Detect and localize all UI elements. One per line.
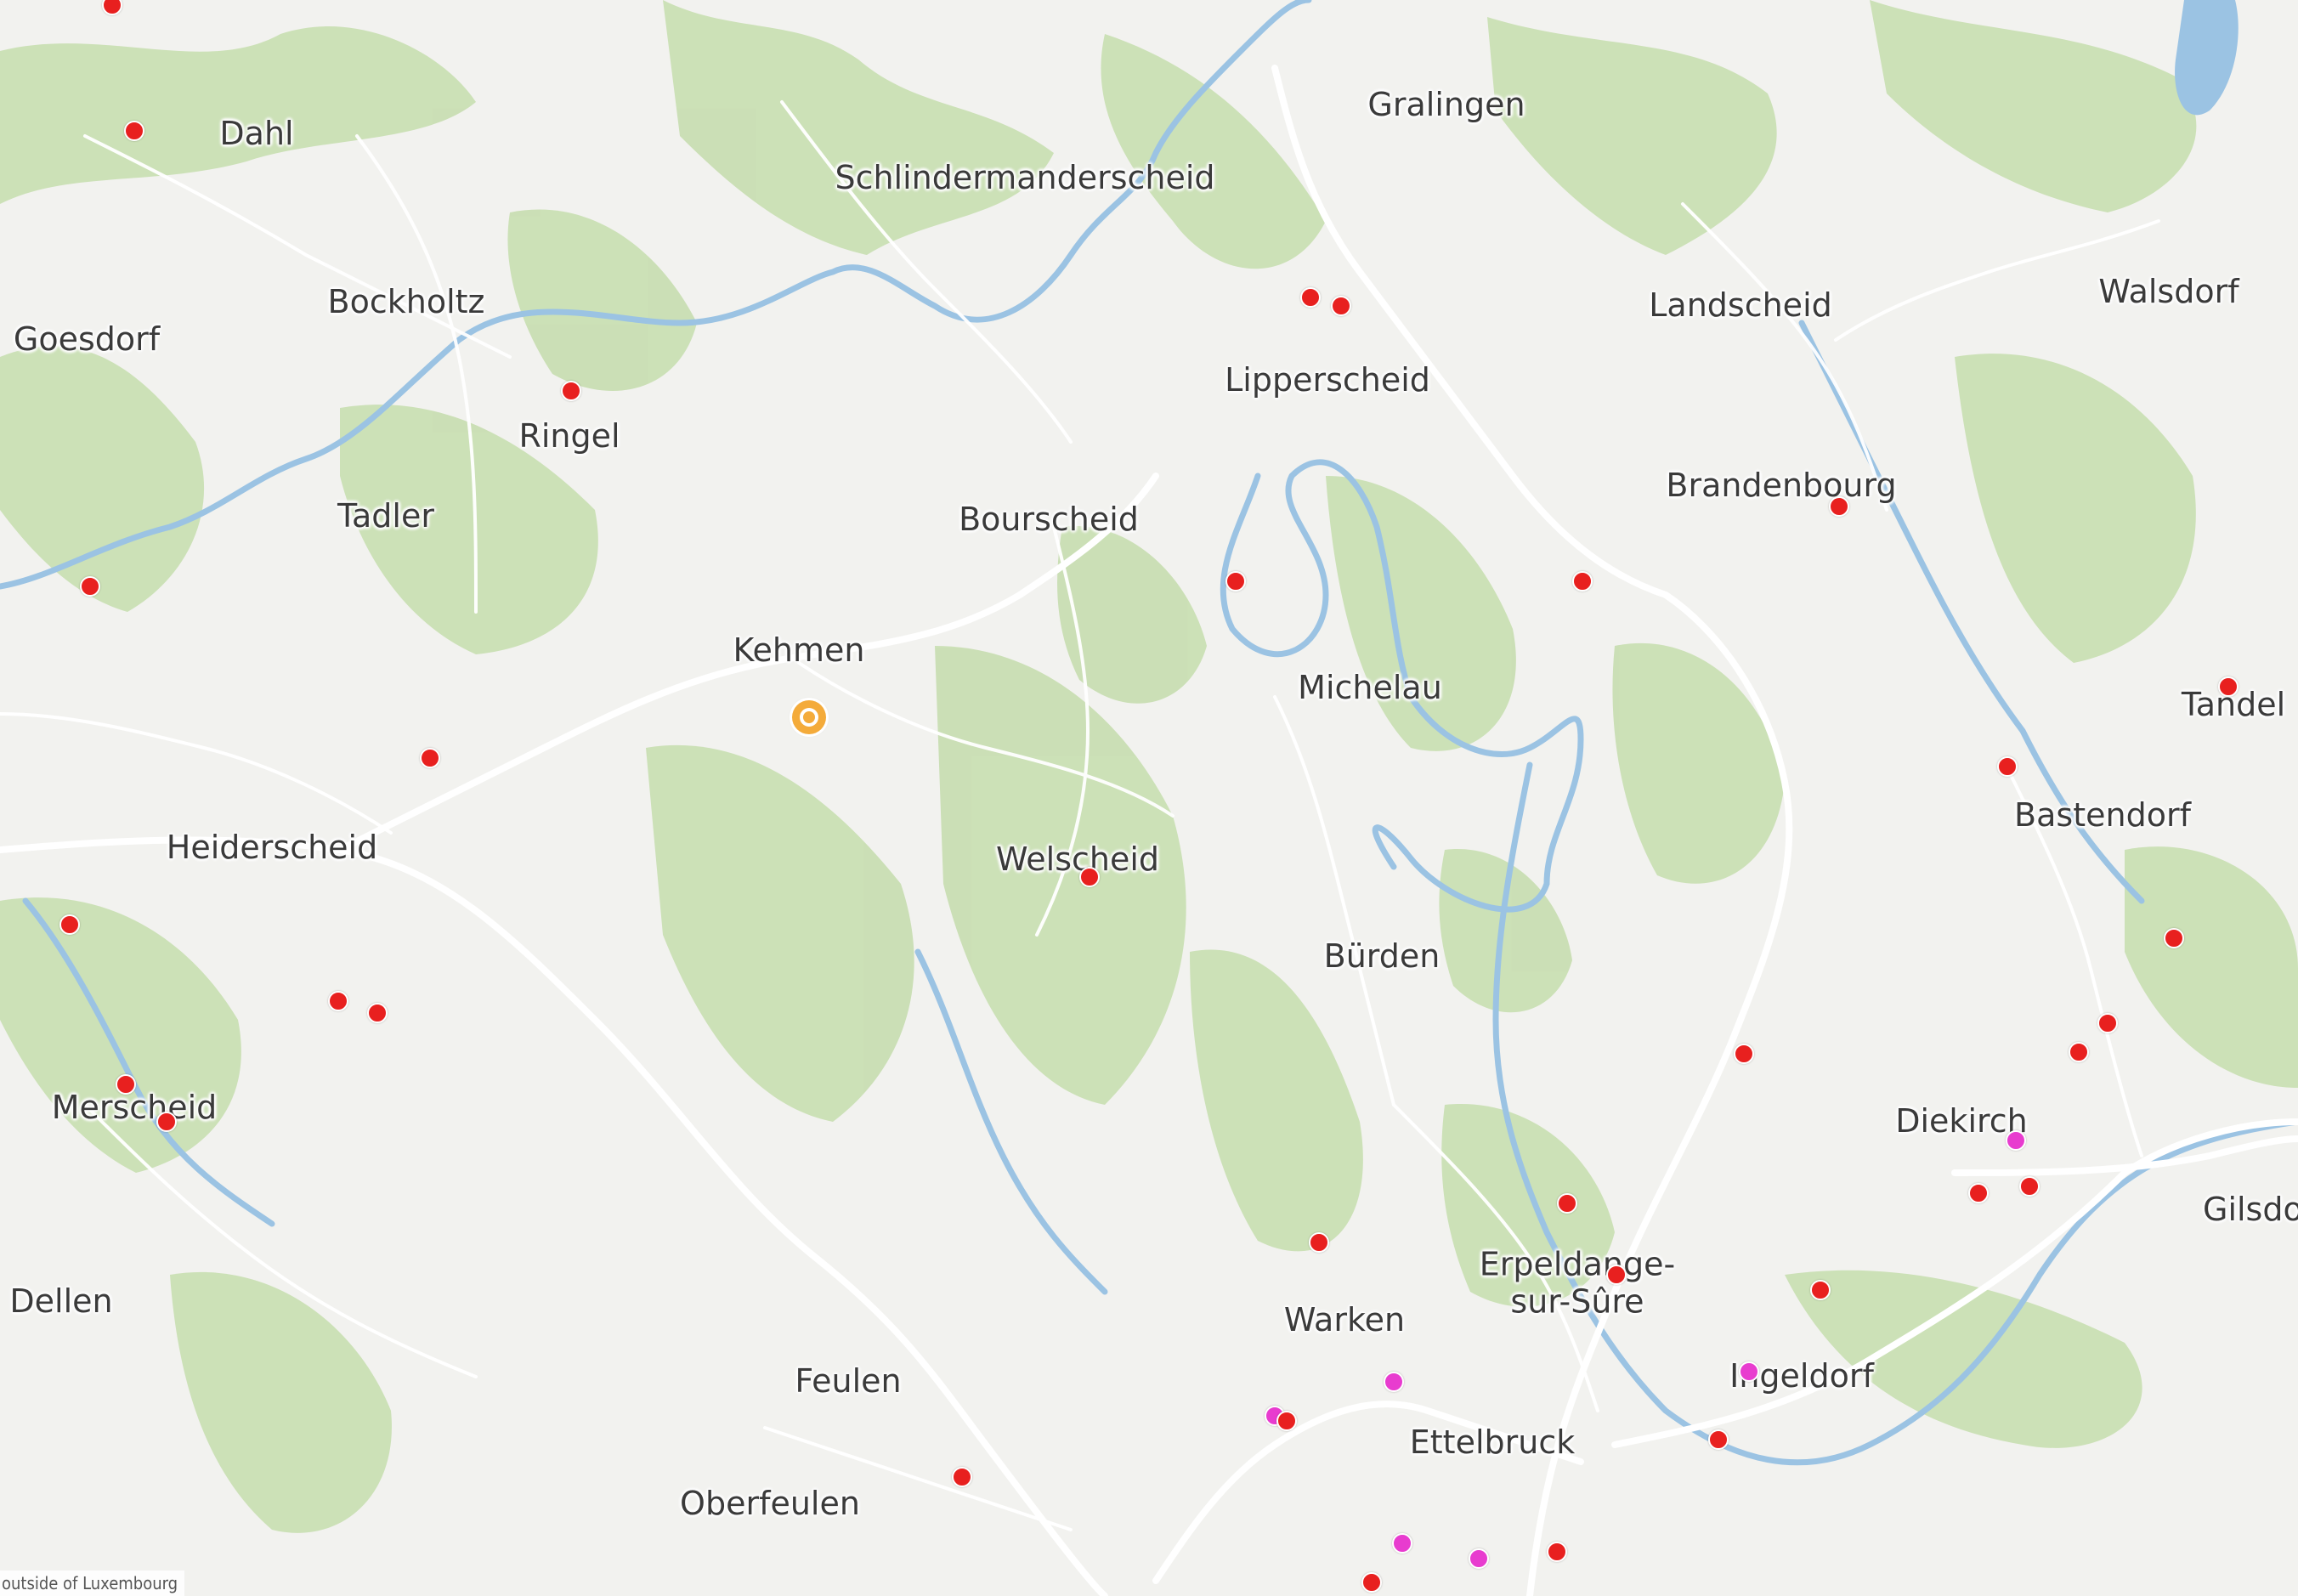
place-label-oberfeulen: Oberfeulen (680, 1485, 860, 1523)
place-label-goesdorf: Goesdorf (13, 320, 161, 359)
place-label-burden: Bürden (1323, 937, 1440, 976)
place-label-warken: Warken (1283, 1301, 1406, 1339)
poi-marker[interactable] (1079, 867, 1100, 887)
place-label-erpeldange-sur-sure: Erpeldange- sur-Sûre (1480, 1246, 1675, 1320)
place-label-walsdorf: Walsdorf (2098, 273, 2239, 311)
poi-marker[interactable] (2019, 1176, 2040, 1197)
poi-marker[interactable] (1547, 1542, 1567, 1562)
poi-marker[interactable] (420, 748, 440, 768)
place-label-brandenbourg: Brandenbourg (1666, 467, 1897, 505)
poi-marker[interactable] (2069, 1042, 2089, 1062)
place-label-bockholtz: Bockholtz (327, 283, 485, 321)
selected-location-marker-core (803, 711, 815, 723)
poi-marker[interactable] (1331, 296, 1351, 316)
poi-marker[interactable] (1734, 1044, 1754, 1064)
place-label-kehmen: Kehmen (733, 631, 865, 670)
poi-marker[interactable] (1997, 756, 2018, 777)
selected-location-marker[interactable] (792, 700, 826, 734)
poi-marker[interactable] (1829, 496, 1849, 517)
poi-marker[interactable] (2164, 928, 2184, 948)
place-label-bastendorf: Bastendorf (2014, 796, 2191, 835)
poi-marker[interactable] (2218, 676, 2239, 697)
map-basemap[interactable] (0, 0, 2298, 1596)
map-view[interactable]: Dahl Gralingen Schlindermanderscheid Wal… (0, 0, 2298, 1596)
poi-marker-alt[interactable] (1469, 1548, 1489, 1569)
poi-marker[interactable] (1276, 1411, 1297, 1431)
place-label-ringel: Ringel (518, 417, 620, 456)
poi-marker-alt[interactable] (1384, 1372, 1404, 1392)
poi-marker[interactable] (367, 1003, 388, 1023)
place-label-heiderscheid: Heiderscheid (166, 829, 378, 867)
poi-marker[interactable] (1572, 571, 1593, 591)
poi-marker[interactable] (1225, 571, 1246, 591)
poi-marker-alt[interactable] (2006, 1130, 2026, 1151)
place-label-gilsdorf: Gilsdo (2203, 1191, 2298, 1229)
place-label-schlindermanderscheid: Schlindermanderscheid (835, 159, 1215, 197)
poi-marker[interactable] (1309, 1232, 1329, 1253)
poi-marker[interactable] (1557, 1193, 1577, 1214)
place-label-tadler: Tadler (337, 497, 434, 535)
poi-marker[interactable] (1300, 287, 1321, 308)
poi-marker[interactable] (1708, 1429, 1729, 1450)
poi-marker[interactable] (80, 576, 100, 597)
poi-marker-alt[interactable] (1392, 1533, 1412, 1554)
place-label-michelau: Michelau (1298, 669, 1442, 707)
poi-marker[interactable] (124, 121, 144, 141)
place-label-welscheid: Welscheid (995, 840, 1160, 879)
poi-marker[interactable] (156, 1112, 177, 1132)
map-attribution: outside of Luxembourg (0, 1571, 185, 1596)
poi-marker[interactable] (952, 1467, 972, 1487)
place-label-bourscheid: Bourscheid (959, 501, 1139, 539)
place-label-feulen: Feulen (795, 1362, 902, 1401)
place-label-erpeldange-line2: sur-Sûre (1510, 1282, 1644, 1320)
place-label-dellen: Dellen (9, 1282, 113, 1321)
place-label-gralingen: Gralingen (1367, 86, 1525, 124)
poi-marker[interactable] (59, 914, 80, 935)
place-label-landscheid: Landscheid (1649, 286, 1832, 325)
place-label-lipperscheid: Lipperscheid (1225, 361, 1430, 399)
poi-marker-alt[interactable] (1739, 1361, 1759, 1382)
poi-marker[interactable] (328, 991, 348, 1011)
poi-marker[interactable] (1361, 1572, 1382, 1593)
poi-marker[interactable] (1810, 1280, 1831, 1300)
poi-marker[interactable] (116, 1074, 136, 1095)
poi-marker[interactable] (1968, 1183, 1989, 1203)
poi-marker[interactable] (2097, 1013, 2118, 1033)
poi-marker[interactable] (561, 381, 581, 401)
place-label-merscheid: Merscheid (51, 1089, 218, 1127)
place-label-dahl: Dahl (219, 115, 294, 153)
place-label-ettelbruck: Ettelbruck (1409, 1423, 1576, 1462)
poi-marker[interactable] (1606, 1265, 1627, 1285)
place-label-erpeldange-line1: Erpeldange- (1479, 1245, 1676, 1283)
